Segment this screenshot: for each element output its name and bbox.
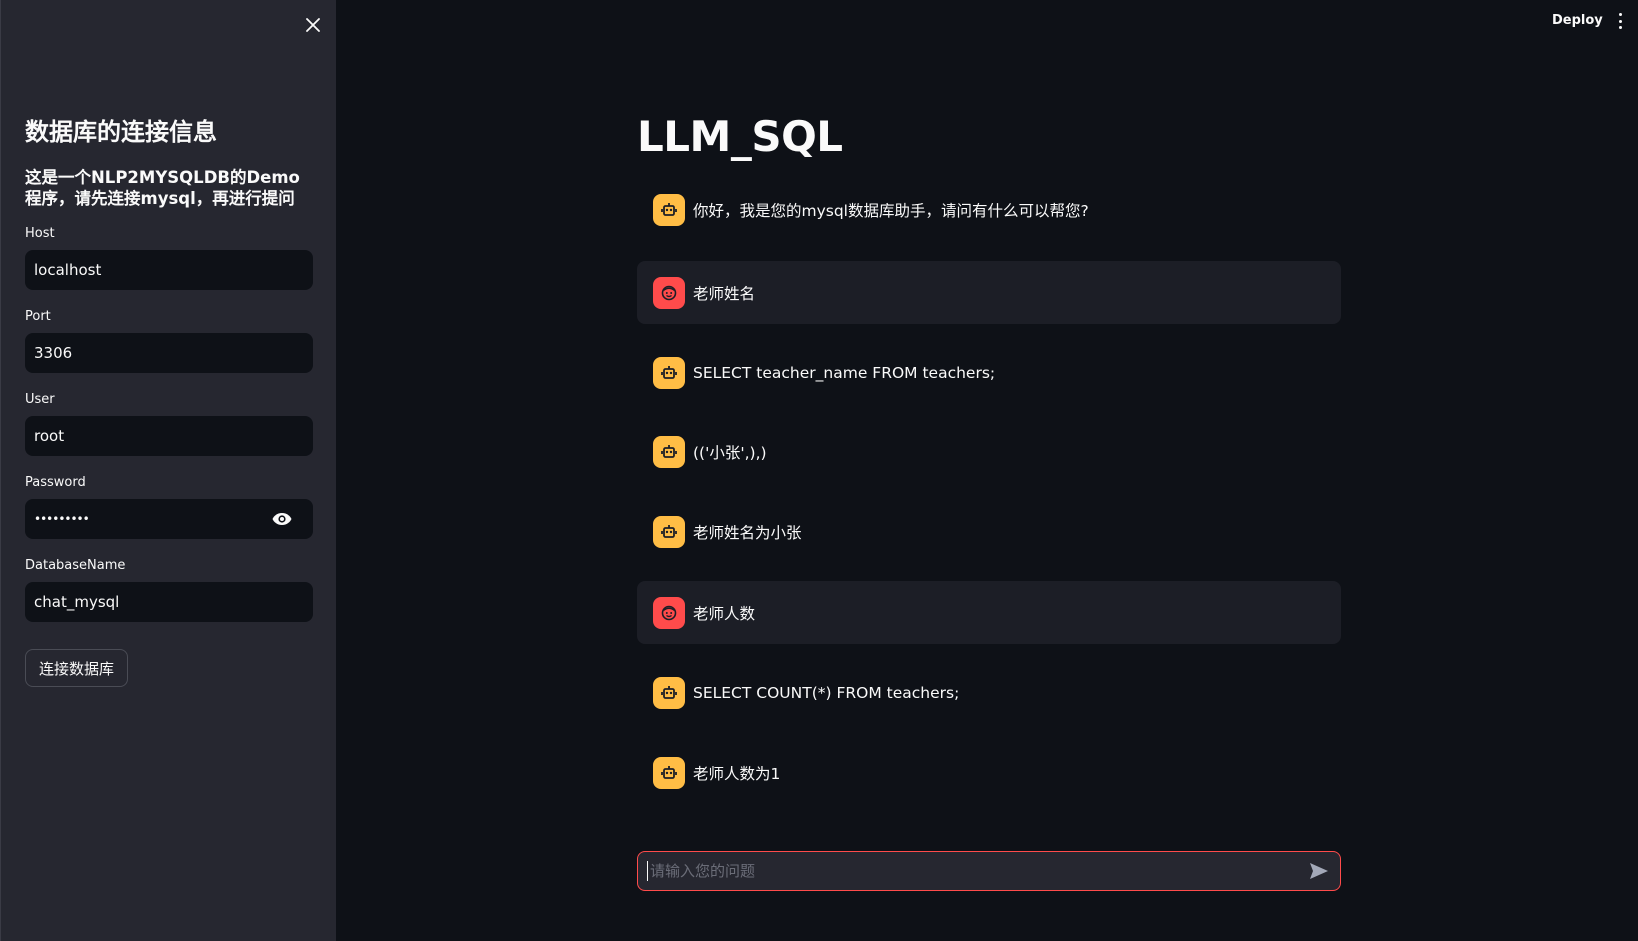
sidebar: 数据库的连接信息 这是一个NLP2MYSQLDB的Demo程序，请先连接mysq…	[0, 0, 336, 941]
message-text: 老师姓名为小张	[693, 523, 802, 542]
message-text: SELECT COUNT(*) FROM teachers;	[693, 683, 960, 702]
message-text: 你好，我是您的mysql数据库助手，请问有什么可以帮您?	[693, 201, 1089, 220]
chat-message-assistant: (('小张',),)	[637, 420, 1341, 483]
deploy-button[interactable]: Deploy	[1550, 11, 1605, 30]
database-name-input[interactable]: chat_mysql	[25, 582, 313, 622]
sidebar-subtitle: 这是一个NLP2MYSQLDB的Demo程序，请先连接mysql，再进行提问	[25, 168, 300, 208]
kebab-menu-icon[interactable]	[1612, 11, 1628, 31]
password-input[interactable]: •••••••••	[25, 499, 313, 539]
chat-input[interactable]	[650, 862, 1301, 880]
chat-message-assistant: 老师人数为1	[637, 741, 1341, 804]
message-text: SELECT teacher_name FROM teachers;	[693, 363, 996, 382]
chat-message-user: 老师姓名	[637, 261, 1341, 324]
bot-avatar-icon	[653, 676, 685, 709]
password-label: Password	[25, 475, 86, 490]
chat-message-assistant: SELECT COUNT(*) FROM teachers;	[637, 661, 1341, 724]
message-text: 老师姓名	[693, 284, 756, 303]
host-label: Host	[25, 226, 55, 241]
sidebar-title: 数据库的连接信息	[25, 118, 217, 146]
password-value: •••••••••	[34, 512, 90, 526]
page-title: LLM_SQL	[637, 112, 843, 161]
close-icon	[306, 18, 320, 32]
connect-database-button[interactable]: 连接数据库	[25, 649, 129, 687]
show-password-button[interactable]	[271, 509, 293, 529]
message-text: (('小张',),)	[693, 443, 767, 462]
text-caret	[647, 861, 648, 881]
bot-avatar-icon	[653, 435, 685, 468]
message-text: 老师人数	[693, 604, 756, 623]
bot-avatar-icon	[653, 356, 685, 389]
chat-message-assistant: 老师姓名为小张	[637, 500, 1341, 563]
chat-input-container	[637, 851, 1341, 891]
close-sidebar-button[interactable]	[299, 11, 327, 39]
user-avatar-icon	[653, 276, 685, 309]
message-text: 老师人数为1	[693, 764, 781, 783]
port-label: Port	[25, 309, 51, 324]
user-avatar-icon	[653, 596, 685, 629]
send-button[interactable]	[1307, 859, 1331, 883]
eye-icon	[272, 513, 292, 525]
chat-message-assistant: SELECT teacher_name FROM teachers;	[637, 341, 1341, 404]
bot-avatar-icon	[653, 756, 685, 789]
database-name-label: DatabaseName	[25, 558, 126, 573]
user-label: User	[25, 392, 55, 407]
bot-avatar-icon	[653, 515, 685, 548]
send-icon	[1310, 863, 1328, 879]
host-input[interactable]: localhost	[25, 250, 313, 290]
chat-message-assistant: 你好，我是您的mysql数据库助手，请问有什么可以帮您?	[637, 178, 1341, 241]
bot-avatar-icon	[653, 193, 685, 226]
port-input[interactable]: 3306	[25, 333, 313, 373]
chat-message-user: 老师人数	[637, 581, 1341, 644]
user-input[interactable]: root	[25, 416, 313, 456]
